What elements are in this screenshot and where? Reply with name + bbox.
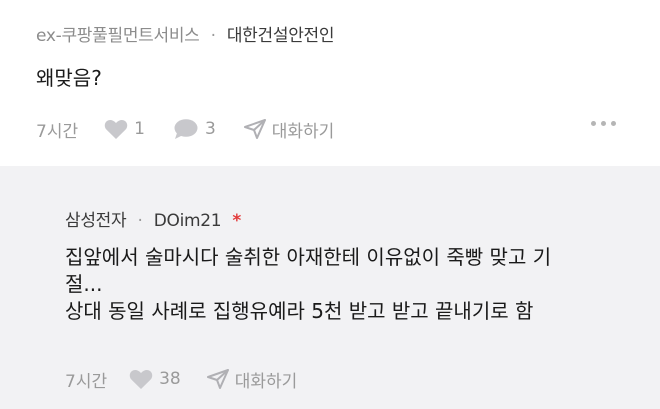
heart-icon <box>104 119 128 139</box>
reply-time: 7시간 <box>65 371 108 392</box>
reply-count: 3 <box>204 119 216 139</box>
meta-separator: · <box>137 211 143 231</box>
send-icon <box>206 369 229 389</box>
reply-line: 집앞에서 술마시다 술취한 아재한테 이유없이 죽빵 맞고 기 <box>65 245 552 269</box>
reply-author[interactable]: DOim21 <box>154 211 222 231</box>
reply-count-button[interactable]: 3 <box>173 118 216 140</box>
comment-time: 7시간 <box>36 121 79 142</box>
reply-meta: 삼성전자 · DOim21 * <box>65 206 241 231</box>
chat-label: 대화하기 <box>234 371 298 392</box>
meta-separator: · <box>210 26 216 46</box>
chat-button[interactable]: 대화하기 <box>206 367 298 392</box>
comment-text: 왜맞음? <box>36 66 102 90</box>
comment-bubble-icon <box>174 119 198 139</box>
reply-line: 상대 동일 사례로 집행유예라 5천 받고 받고 끝내기로 함 <box>65 299 534 323</box>
chat-button[interactable]: 대화하기 <box>243 117 335 142</box>
like-button[interactable]: 38 <box>129 369 181 390</box>
reply-text: 집앞에서 술마시다 술취한 아재한테 이유없이 죽빵 맞고 기 절... 상대 … <box>65 244 645 325</box>
reply: 삼성전자 · DOim21 * 집앞에서 술마시다 술취한 아재한테 이유없이 … <box>0 166 660 409</box>
comment-actions: 7시간 1 3 대화하기 <box>36 116 362 142</box>
like-button[interactable]: 1 <box>104 119 145 140</box>
author-star-badge: * <box>232 211 241 231</box>
chat-label: 대화하기 <box>271 121 335 142</box>
reply-actions: 7시간 38 대화하기 <box>65 366 323 392</box>
more-options-icon[interactable] <box>591 121 616 126</box>
reply-company: 삼성전자 <box>65 211 127 231</box>
comment-thread: ex-쿠팡풀필먼트서비스 · 대한건설안전인 왜맞음? 7시간 1 3 대화하기… <box>0 0 660 409</box>
comment-company: 대한건설안전인 <box>226 26 335 46</box>
comment: ex-쿠팡풀필먼트서비스 · 대한건설안전인 왜맞음? 7시간 1 3 대화하기 <box>0 0 660 166</box>
like-count: 38 <box>159 369 181 389</box>
comment-meta: ex-쿠팡풀필먼트서비스 · 대한건설안전인 <box>36 21 335 46</box>
like-count: 1 <box>134 119 145 139</box>
reply-line: 절... <box>65 272 103 296</box>
heart-icon <box>129 369 153 389</box>
send-icon <box>243 119 266 139</box>
comment-author[interactable]: ex-쿠팡풀필먼트서비스 <box>36 26 200 46</box>
